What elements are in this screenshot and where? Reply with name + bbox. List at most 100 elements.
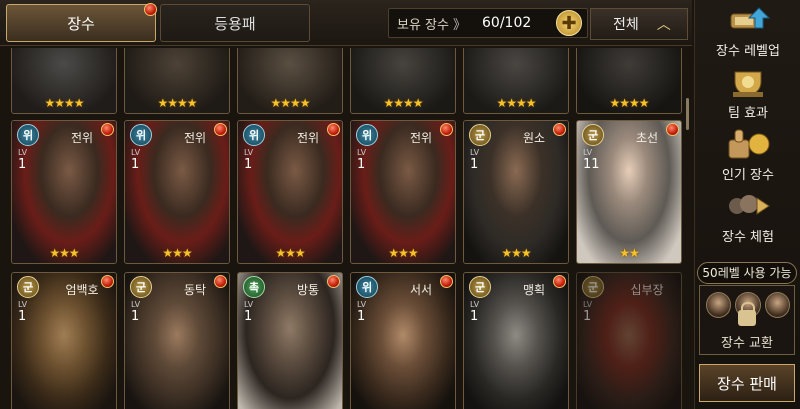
level-value: 1 (244, 309, 253, 324)
grid-scrollbar[interactable] (686, 98, 689, 130)
hero-card-choseon[interactable]: 군 초선 LV 11 ★★ (576, 120, 682, 264)
notification-dot (101, 123, 114, 136)
popular-hero-label: 인기 장수 (722, 168, 774, 183)
notification-dot (214, 275, 227, 288)
hero-card[interactable]: ★★★★ (11, 48, 117, 114)
hero-card-eombaekho[interactable]: 군 엄백호 LV 1 (11, 272, 117, 409)
star-rating: ★★★★ (157, 96, 197, 110)
notification-dot (214, 123, 227, 136)
level-label: LV (583, 148, 593, 157)
hero-card[interactable]: ★★★★ (576, 48, 682, 114)
notification-dot (440, 123, 453, 136)
tab-equipment[interactable]: 등용패 (160, 4, 310, 42)
star-rating: ★★★ (162, 246, 192, 260)
hero-levelup-button[interactable]: 장수 레벨업 (695, 4, 800, 59)
level-label: LV (470, 148, 480, 157)
hero-card-dongtak[interactable]: 군 동탁 LV 1 (124, 272, 230, 409)
level-label: LV (244, 148, 254, 157)
level-label: LV (470, 300, 480, 309)
star-rating: ★★★★ (496, 96, 536, 110)
star-rating: ★★ (619, 246, 640, 260)
hero-grid[interactable]: ★★★★ ★★★★ ★★★★ ★★★★ ★★★★ ★★★★ 위 전위 LV 1 … (6, 48, 690, 409)
level-label: LV (357, 300, 367, 309)
level-value: 1 (470, 157, 479, 172)
hero-card-jeonwi[interactable]: 위 전위 LV 1 ★★★ (11, 120, 117, 264)
avatar (706, 292, 732, 318)
sell-hero-label: 장수 판매 (717, 374, 777, 393)
star-rating: ★★★★ (609, 96, 649, 110)
team-effect-icon (725, 66, 771, 100)
sell-hero-button[interactable]: 장수 판매 (699, 364, 795, 402)
notification-dot (553, 123, 566, 136)
hero-levelup-label: 장수 레벨업 (716, 44, 780, 59)
hero-card-seoseo[interactable]: 위 서서 LV 1 (350, 272, 456, 409)
hero-exchange-button[interactable]: 장수 교환 (699, 285, 795, 355)
level-label: LV (357, 148, 367, 157)
hero-card-bangtong[interactable]: 촉 방통 LV 1 (237, 272, 343, 409)
star-rating: ★★★ (388, 246, 418, 260)
level-label: LV (18, 148, 28, 157)
tab-heroes-label: 장수 (67, 14, 95, 33)
levelup-scroll-icon (725, 4, 771, 38)
hero-card-maenghoek[interactable]: 군 맹획 LV 1 (463, 272, 569, 409)
hero-card[interactable]: ★★★★ (237, 48, 343, 114)
expand-slots-button[interactable]: ✚ (556, 10, 582, 36)
faction-badge: 위 (356, 124, 378, 146)
level-label: LV (244, 300, 254, 309)
hero-card-jeonwi[interactable]: 위 전위 LV 1 ★★★ (237, 120, 343, 264)
hero-exchange-label: 장수 교환 (721, 336, 773, 351)
notification-dot (666, 123, 679, 136)
star-rating: ★★★ (275, 246, 305, 260)
level-label: LV (131, 300, 141, 309)
tab-equipment-label: 등용패 (214, 14, 256, 33)
hero-trial-icon (725, 190, 771, 224)
faction-badge: 위 (243, 124, 265, 146)
hero-card-jeonwi[interactable]: 위 전위 LV 1 ★★★ (124, 120, 230, 264)
hero-card-jeonwi[interactable]: 위 전위 LV 1 ★★★ (350, 120, 456, 264)
team-effect-button[interactable]: 팀 효과 (695, 66, 800, 121)
notification-dot (440, 275, 453, 288)
level-requirement-badge: 50레벨 사용 가능 (697, 262, 797, 284)
popular-hero-button[interactable]: 인기 장수 (695, 128, 800, 183)
level-value: 1 (357, 157, 366, 172)
level-value: 1 (18, 309, 27, 324)
level-value: 1 (18, 157, 27, 172)
level-value: 1 (131, 309, 140, 324)
level-value: 1 (244, 157, 253, 172)
hero-card-wonso[interactable]: 군 원소 LV 1 ★★★ (463, 120, 569, 264)
faction-badge: 군 (582, 276, 604, 298)
notification-dot (327, 275, 340, 288)
top-bar: 장수 등용패 보유 장수 》 60/102 ✚ 전체 ︿ (0, 0, 692, 46)
hero-card[interactable]: ★★★★ (350, 48, 456, 114)
level-label: LV (131, 148, 141, 157)
owned-label: 보유 장수 (397, 17, 449, 33)
tab-heroes[interactable]: 장수 (6, 4, 156, 42)
notification-dot (327, 123, 340, 136)
faction-badge: 군 (469, 124, 491, 146)
faction-badge: 위 (130, 124, 152, 146)
notification-dot (101, 275, 114, 288)
hero-card[interactable]: ★★★★ (463, 48, 569, 114)
level-label: LV (18, 300, 28, 309)
hero-card-sipbujang[interactable]: 군 십부장 LV 1 (576, 272, 682, 409)
faction-badge: 위 (17, 124, 39, 146)
level-value: 1 (470, 309, 479, 324)
filter-dropdown[interactable]: 전체 ︿ (590, 8, 688, 40)
level-value: 1 (583, 309, 592, 324)
star-rating: ★★★★ (44, 96, 84, 110)
notification-dot (144, 3, 157, 16)
faction-badge: 촉 (243, 276, 265, 298)
notification-dot (553, 275, 566, 288)
hero-trial-button[interactable]: 장수 체험 (695, 190, 800, 245)
faction-badge: 군 (469, 276, 491, 298)
level-value: 1 (131, 157, 140, 172)
avatar (764, 292, 790, 318)
star-rating: ★★★ (501, 246, 531, 260)
side-panel: 장수 레벨업 팀 효과 인기 장수 장수 체험 50레벨 사용 가능 장수 교환… (694, 0, 800, 409)
faction-badge: 군 (17, 276, 39, 298)
star-rating: ★★★★ (270, 96, 310, 110)
level-label: LV (583, 300, 593, 309)
chevron-up-icon: ︿ (656, 17, 671, 33)
lock-icon (738, 302, 756, 326)
hero-card[interactable]: ★★★★ (124, 48, 230, 114)
